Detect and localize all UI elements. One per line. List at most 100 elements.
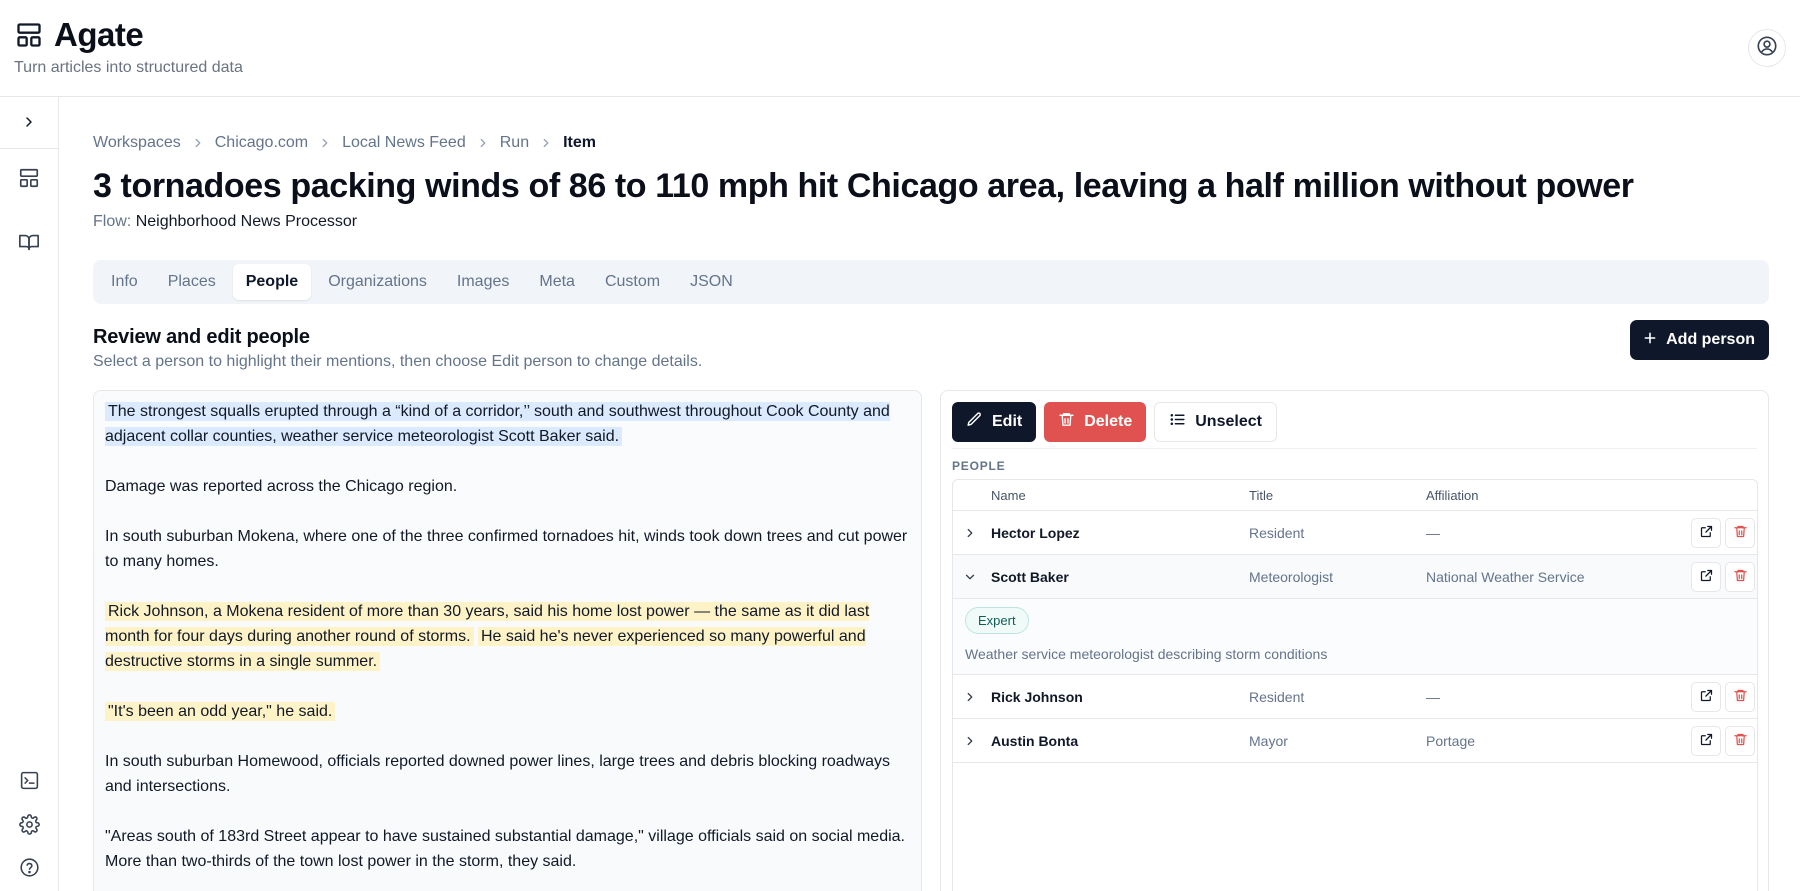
column-header-name[interactable]: Name xyxy=(991,488,1026,503)
person-toolbar: Edit Delete Unselect xyxy=(952,402,1277,442)
person-description: Weather service meteorologist describing… xyxy=(965,646,1328,662)
sidebar-item-docs[interactable] xyxy=(14,229,44,259)
delete-label: Delete xyxy=(1084,413,1133,430)
flow-value[interactable]: Neighborhood News Processor xyxy=(136,213,357,230)
person-affiliation: — xyxy=(1426,525,1440,541)
table-row-selected[interactable]: Scott Baker Meteorologist National Weath… xyxy=(953,555,1757,599)
tab-organizations[interactable]: Organizations xyxy=(315,264,440,300)
person-name: Scott Baker xyxy=(991,569,1069,585)
open-person-button[interactable] xyxy=(1691,682,1721,712)
tab-images[interactable]: Images xyxy=(444,264,522,300)
external-link-icon xyxy=(1699,524,1714,542)
sidebar-expand-button[interactable] xyxy=(14,109,44,139)
sidebar-item-settings[interactable] xyxy=(14,812,44,842)
pencil-icon xyxy=(966,411,983,433)
person-affiliation: National Weather Service xyxy=(1426,569,1585,585)
section-subtitle: Select a person to highlight their menti… xyxy=(93,353,703,370)
trash-icon xyxy=(1058,411,1075,433)
trash-icon xyxy=(1733,688,1748,706)
app-title: Agate xyxy=(54,16,144,53)
brand[interactable]: Agate xyxy=(14,16,144,54)
person-name: Hector Lopez xyxy=(991,525,1080,541)
tab-info[interactable]: Info xyxy=(98,264,151,300)
open-person-button[interactable] xyxy=(1691,726,1721,756)
section-title: Review and edit people xyxy=(93,326,310,348)
chevron-right-icon xyxy=(539,136,553,150)
person-title: Mayor xyxy=(1249,733,1288,749)
breadcrumb-workspaces[interactable]: Workspaces xyxy=(93,134,181,152)
chevron-right-icon[interactable] xyxy=(962,689,978,705)
chevron-right-icon xyxy=(191,136,205,150)
user-menu-button[interactable] xyxy=(1748,29,1786,67)
article-paragraph: Damage was reported across the Chicago r… xyxy=(105,478,458,495)
table-row[interactable]: Rick Johnson Resident — xyxy=(953,675,1757,719)
book-open-icon xyxy=(18,231,40,258)
flow-label: Flow: xyxy=(93,213,132,230)
unselect-label: Unselect xyxy=(1195,413,1262,430)
people-table: Name Title Affiliation Hector Lopez Resi… xyxy=(952,479,1758,891)
breadcrumb-workspace[interactable]: Chicago.com xyxy=(215,134,308,152)
table-row[interactable]: Austin Bonta Mayor Portage xyxy=(953,719,1757,763)
column-header-affiliation[interactable]: Affiliation xyxy=(1426,488,1479,503)
delete-row-button[interactable] xyxy=(1725,726,1755,756)
chevron-right-icon xyxy=(476,136,490,150)
delete-row-button[interactable] xyxy=(1725,562,1755,592)
open-person-button[interactable] xyxy=(1691,562,1721,592)
chevron-down-icon[interactable] xyxy=(962,569,978,585)
flow-info: Flow: Neighborhood News Processor xyxy=(93,213,357,231)
chevron-right-icon xyxy=(21,114,37,135)
terminal-icon xyxy=(19,770,40,796)
tab-custom[interactable]: Custom xyxy=(592,264,673,300)
person-affiliation: — xyxy=(1426,689,1440,705)
toolbar-divider xyxy=(952,448,1757,449)
edit-person-button[interactable]: Edit xyxy=(952,402,1037,442)
main-content: Workspaces Chicago.com Local News Feed R… xyxy=(93,97,1769,891)
sidebar-item-help[interactable] xyxy=(14,855,44,885)
page-title: 3 tornadoes packing winds of 86 to 110 m… xyxy=(93,167,1634,205)
add-person-button[interactable]: Add person xyxy=(1630,320,1769,360)
app-tagline: Turn articles into structured data xyxy=(14,59,243,76)
breadcrumb: Workspaces Chicago.com Local News Feed R… xyxy=(93,134,596,152)
layout-icon xyxy=(18,167,40,194)
delete-row-button[interactable] xyxy=(1725,518,1755,548)
sidebar-item-workspaces[interactable] xyxy=(14,165,44,195)
person-name: Austin Bonta xyxy=(991,733,1079,749)
tab-people[interactable]: People xyxy=(232,264,312,300)
person-title: Meteorologist xyxy=(1249,569,1334,585)
tab-json[interactable]: JSON xyxy=(677,264,746,300)
person-title: Resident xyxy=(1249,525,1305,541)
mention-selected[interactable]: The strongest squalls erupted through a … xyxy=(105,402,890,446)
sidebar xyxy=(0,97,59,891)
delete-person-button[interactable]: Delete xyxy=(1044,402,1147,442)
article-text-panel: The strongest squalls erupted through a … xyxy=(93,390,922,891)
article-paragraph: In south suburban Homewood, officials re… xyxy=(105,753,891,795)
table-row[interactable]: Hector Lopez Resident — xyxy=(953,511,1757,555)
external-link-icon xyxy=(1699,568,1714,586)
external-link-icon xyxy=(1699,688,1714,706)
user-circle-icon xyxy=(1756,35,1778,62)
chevron-right-icon[interactable] xyxy=(962,525,978,541)
delete-row-button[interactable] xyxy=(1725,682,1755,712)
mention-highlight[interactable]: "It's been an odd year," he said. xyxy=(105,702,336,721)
edit-label: Edit xyxy=(992,413,1023,430)
chevron-right-icon[interactable] xyxy=(962,733,978,749)
breadcrumb-feed[interactable]: Local News Feed xyxy=(342,134,466,152)
open-person-button[interactable] xyxy=(1691,518,1721,548)
column-header-title[interactable]: Title xyxy=(1249,488,1273,503)
article-paragraph: "Areas south of 183rd Street appear to h… xyxy=(105,828,905,870)
breadcrumb-item: Item xyxy=(563,134,596,151)
trash-icon xyxy=(1733,732,1748,750)
person-affiliation: Portage xyxy=(1426,733,1476,749)
expert-badge: Expert xyxy=(965,607,1029,634)
external-link-icon xyxy=(1699,732,1714,750)
table-header: Name Title Affiliation xyxy=(953,480,1757,511)
unselect-button[interactable]: Unselect xyxy=(1154,402,1277,442)
add-person-label: Add person xyxy=(1666,331,1755,348)
people-panel: Edit Delete Unselect PEOPLE Name Title A… xyxy=(940,390,1769,891)
plus-icon xyxy=(1642,330,1658,351)
sidebar-item-terminal[interactable] xyxy=(14,768,44,798)
tab-places[interactable]: Places xyxy=(155,264,229,300)
trash-icon xyxy=(1733,524,1748,542)
tab-meta[interactable]: Meta xyxy=(526,264,588,300)
breadcrumb-run[interactable]: Run xyxy=(500,134,529,152)
